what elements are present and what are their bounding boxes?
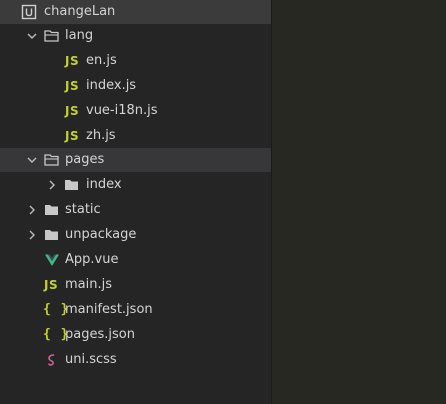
tree-row-file-main-js[interactable]: JS main.js [0,273,271,297]
js-file-icon: JS [65,79,80,93]
vue-file-icon [45,254,59,266]
folder-icon [45,230,58,240]
js-file-icon: JS [65,54,80,68]
tree-row-pages-folder[interactable]: pages [0,148,271,172]
folder-label-index: index [86,177,122,192]
project-box-icon [21,4,37,20]
tree-row-file-vue-i18n-js[interactable]: JS vue-i18n.js [0,99,271,123]
tree-row-file-index-js[interactable]: JS index.js [0,74,271,98]
chevron-down-icon[interactable] [27,31,37,41]
folder-label-lang: lang [65,28,94,43]
file-label-index-js: index.js [86,78,137,93]
file-label-vue-i18n-js: vue-i18n.js [86,103,158,118]
tree-row-file-zh-js[interactable]: JS zh.js [0,124,271,148]
folder-open-icon [44,154,59,166]
file-label-en-js: en.js [86,53,117,68]
folder-open-icon [44,30,59,42]
file-label-zh-js: zh.js [86,128,116,143]
scss-file-icon [48,354,55,366]
js-file-icon: JS [65,129,80,143]
project-name-label: changeLan [44,4,116,19]
chevron-right-icon[interactable] [27,230,37,240]
chevron-down-icon[interactable] [27,155,37,165]
tree-row-index-folder[interactable]: index [0,173,271,197]
tree-row-file-pages-json[interactable]: { } pages.json [0,323,271,347]
chevron-right-icon[interactable] [27,205,37,215]
js-file-icon: JS [65,104,80,118]
tree-row-file-en-js[interactable]: JS en.js [0,49,271,73]
folder-icon [65,180,78,190]
tree-row-file-app-vue[interactable]: App.vue [0,248,271,272]
file-label-uni-scss: uni.scss [65,352,117,367]
tree-row-project-root[interactable]: changeLan [0,0,446,24]
folder-icon [45,205,58,215]
folder-label-static: static [65,202,101,217]
folder-label-pages: pages [65,152,105,167]
project-explorer: changeLan lang JS en.js JS index.js JS v… [0,0,446,404]
tree-row-static-folder[interactable]: static [0,198,271,222]
file-label-main-js: main.js [65,277,112,292]
folder-label-unpackage: unpackage [65,227,137,242]
file-label-manifest-json: manifest.json [65,302,153,317]
chevron-right-icon[interactable] [47,180,57,190]
tree-row-lang-folder[interactable]: lang [0,24,271,48]
file-label-pages-json: pages.json [65,327,135,342]
tree-row-file-uni-scss[interactable]: uni.scss [0,348,271,372]
file-label-app-vue: App.vue [65,252,119,267]
js-file-icon: JS [44,278,59,292]
tree-row-file-manifest-json[interactable]: { } manifest.json [0,298,271,322]
tree-row-unpackage-folder[interactable]: unpackage [0,223,271,247]
editor-area [272,0,446,404]
